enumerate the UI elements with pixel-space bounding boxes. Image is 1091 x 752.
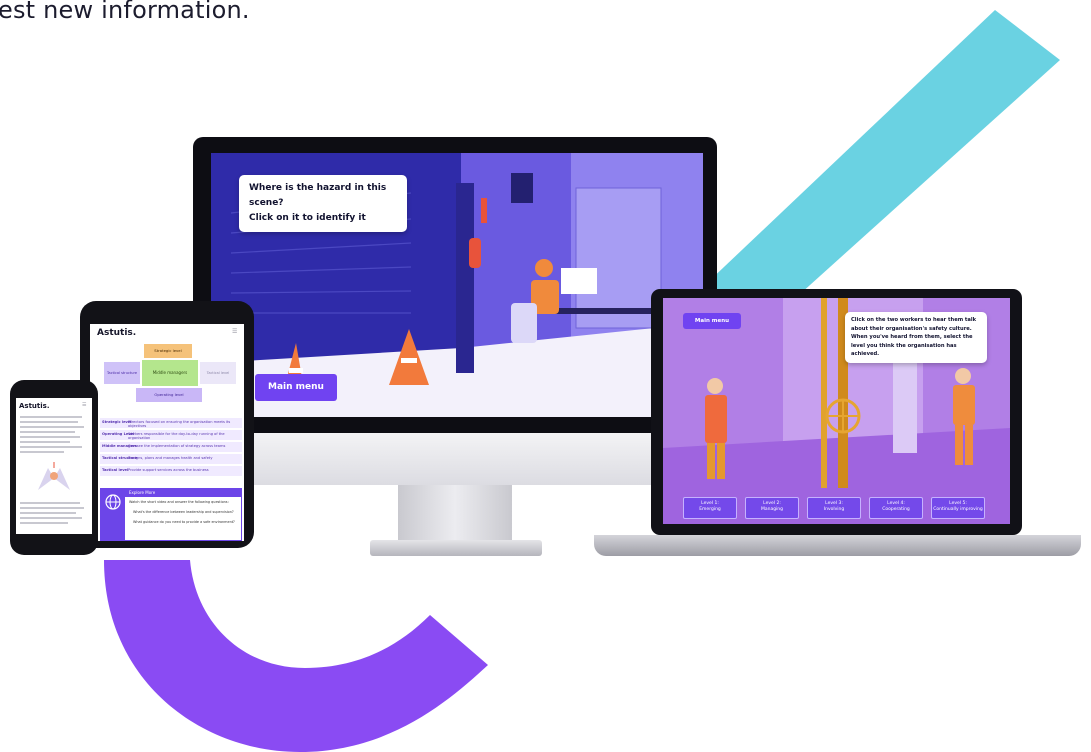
level-name: Cooperating [882, 507, 910, 512]
teal-diagonal-band [705, 10, 1060, 330]
explore-intro: Watch the short video and answer the fol… [129, 500, 229, 504]
phone-screen: Astutis. ☰ [16, 398, 92, 534]
pipe [821, 298, 827, 488]
row-desc: Provide support services across the busi… [128, 468, 209, 472]
brand-logo: Astutis. [19, 402, 50, 410]
laptop-screen: Main menu Click on the two workers to he… [663, 298, 1010, 524]
wall-speaker [511, 173, 533, 203]
handshake-illustration [38, 462, 70, 490]
explore-question-2: What guidance do you need to provide a s… [133, 520, 235, 524]
explore-question-1: What's the difference between leadership… [133, 510, 234, 514]
prompt-line-1: Where is the hazard in this scene? [249, 183, 387, 208]
row-label: Tactical level [102, 468, 129, 472]
monitor-stand [398, 485, 512, 543]
main-menu-button[interactable]: Main menu [255, 374, 337, 401]
tablet-screen: Astutis. ☰ Strategic level Tactical stru… [90, 324, 244, 541]
worker-right [955, 368, 971, 384]
level-1-button[interactable]: Level 1: Emerging [683, 497, 737, 519]
level-5-button[interactable]: Level 5: Continually improving [931, 497, 985, 519]
brand-logo: Astutis. [97, 328, 137, 338]
level-name: Managing [760, 507, 784, 512]
explore-more-panel: Explore More Watch the short video and a… [100, 488, 242, 541]
menu-icon[interactable]: ☰ [232, 328, 237, 335]
prompt-line-2: Click on it to identify it [249, 213, 366, 223]
level-4-button[interactable]: Level 4: Cooperating [869, 497, 923, 519]
hazard-prompt: Where is the hazard in this scene? Click… [239, 175, 407, 232]
explore-title: Explore More [125, 489, 241, 497]
main-menu-button[interactable]: Main menu [683, 313, 741, 329]
pyramid-bottom: Operating level [136, 388, 202, 402]
pyramid-left: Tactical structure [104, 362, 140, 384]
pyramid-middle: Middle managers [142, 360, 198, 386]
computer-screen [561, 268, 597, 294]
table-row: Operating Level Workers responsible for t… [100, 430, 242, 440]
level-3-button[interactable]: Level 3: Involving [807, 497, 861, 519]
table-row: Strategic level Directors focused on ensu… [100, 418, 242, 428]
level-name: Continually improving [933, 507, 983, 512]
pyramid-right: Tactical level [200, 362, 236, 384]
level-name: Involving [823, 507, 845, 512]
globe-icon [101, 489, 125, 541]
level-name: Emerging [699, 507, 721, 512]
worker-left [707, 378, 723, 394]
laptop-base [594, 535, 1081, 556]
fire-extinguisher [469, 238, 481, 268]
monitor-chin [193, 433, 717, 485]
purple-arc [104, 560, 488, 752]
table-row: Tactical structure Designs, plans and man… [100, 454, 242, 464]
worker-figure [535, 259, 553, 277]
row-desc: Workers responsible for the day-to-day r… [128, 432, 225, 440]
row-desc: Oversee the implementation of strategy a… [128, 444, 226, 448]
workers-prompt: Click on the two workers to hear them ta… [845, 312, 987, 363]
row-desc: Designs, plans and manages health and sa… [128, 456, 213, 460]
table-row: Tactical level Provide support services a… [100, 466, 242, 476]
monitor-base [370, 540, 542, 556]
menu-icon[interactable]: ☰ [82, 402, 86, 408]
pyramid-top: Strategic level [144, 344, 192, 358]
table-row: Middle managers Oversee the implementatio… [100, 442, 242, 452]
row-desc: Directors focused on ensuring the organi… [128, 420, 231, 428]
level-2-button[interactable]: Level 2: Managing [745, 497, 799, 519]
monitor-screen: Where is the hazard in this scene? Click… [211, 153, 703, 417]
